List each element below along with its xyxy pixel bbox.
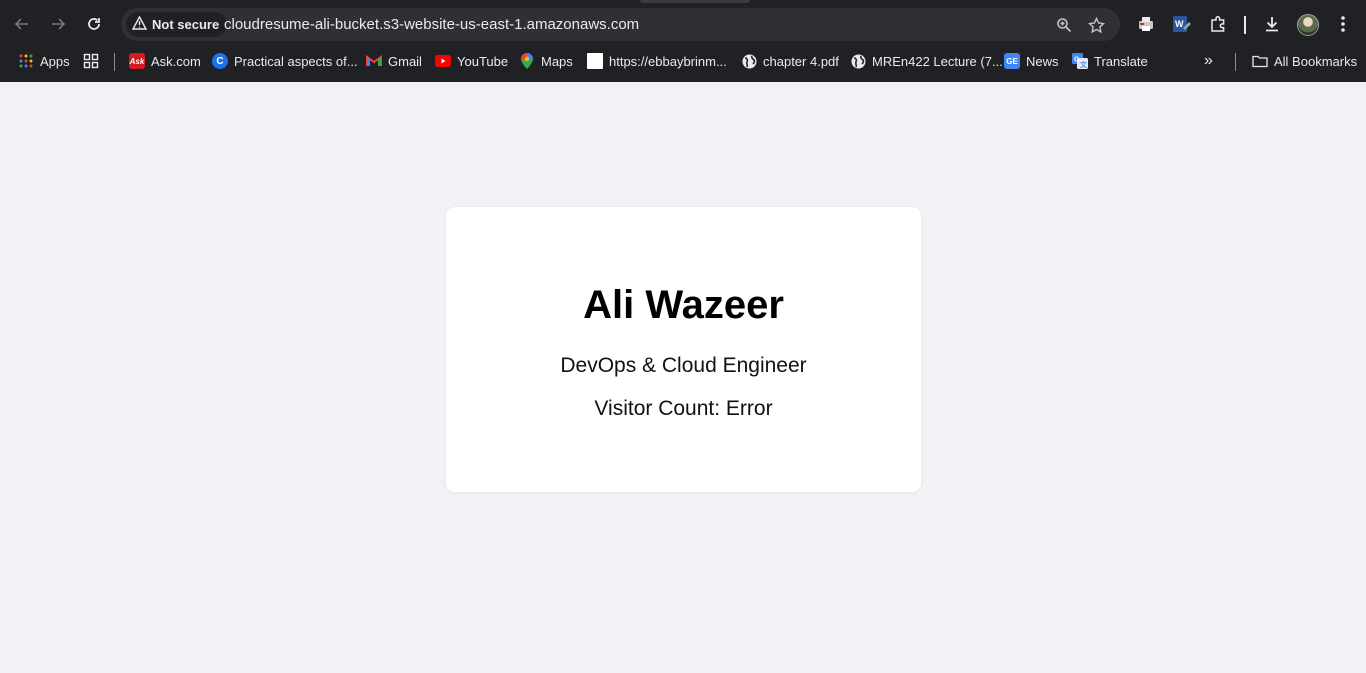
job-title: DevOps & Cloud Engineer (560, 354, 807, 377)
bookmark-label: Practical aspects of... (234, 53, 358, 69)
visitor-count: Visitor Count: Error (594, 397, 773, 420)
bookmark-label: Ask.com (151, 53, 201, 69)
bookmark-mren422[interactable]: MREn422 Lecture (7... (850, 51, 1003, 71)
page-title: Ali Wazeer (583, 283, 784, 327)
extension-word-icon[interactable]: W (1170, 12, 1194, 36)
bookmark-label: Apps (40, 53, 70, 69)
url-text[interactable]: cloudresume-ali-bucket.s3-website-us-eas… (224, 16, 639, 33)
warning-triangle-icon (131, 15, 148, 33)
extension-printer-icon[interactable] (1134, 12, 1158, 36)
bookmark-label: Translate (1094, 53, 1148, 69)
bookmark-separator (1235, 53, 1236, 71)
bookmark-label: https://ebbaybrinm... (609, 53, 727, 69)
bookmark-practical-aspects[interactable]: C Practical aspects of... (212, 51, 358, 71)
bookmarks-bar: Apps Ask Ask.com C Practical aspects of.… (0, 48, 1366, 74)
bookmark-label: chapter 4.pdf (763, 53, 839, 69)
svg-text:W: W (1175, 19, 1184, 29)
translate-icon: G文 (1072, 53, 1088, 69)
kebab-menu-icon[interactable] (1331, 12, 1355, 36)
forward-arrow-icon[interactable] (44, 10, 72, 38)
blank-page-icon (587, 53, 603, 69)
ask-icon: Ask (129, 53, 145, 69)
address-bar[interactable]: Not secure cloudresume-ali-bucket.s3-web… (121, 8, 1120, 41)
active-tab-indicator (640, 0, 750, 3)
bookmark-separator (114, 53, 115, 71)
double-chevron-icon: » (1204, 52, 1213, 69)
globe-icon (741, 53, 757, 69)
all-bookmarks-label: All Bookmarks (1274, 53, 1358, 69)
bookmarks-overflow-button[interactable]: » (1204, 51, 1213, 71)
gmail-icon (366, 53, 382, 69)
maps-pin-icon (519, 53, 535, 69)
svg-text:文: 文 (1080, 60, 1088, 69)
browser-chrome: Not secure cloudresume-ali-bucket.s3-web… (0, 0, 1366, 82)
toolbar-divider (1244, 16, 1246, 34)
youtube-icon (435, 53, 451, 69)
bookmark-apps[interactable]: Apps (18, 51, 70, 71)
bookmark-news[interactable]: GE News (1004, 51, 1059, 71)
bookmark-gmail[interactable]: Gmail (366, 51, 422, 71)
bookmark-chapter-4[interactable]: chapter 4.pdf (741, 51, 839, 71)
puzzle-icon[interactable] (1206, 12, 1230, 36)
star-icon[interactable] (1085, 14, 1107, 36)
bookmark-label: Gmail (388, 53, 422, 69)
reload-icon[interactable] (80, 10, 108, 38)
bookmark-youtube[interactable]: YouTube (435, 51, 508, 71)
bookmark-ask[interactable]: Ask Ask.com (129, 51, 201, 71)
c-icon: C (212, 53, 228, 69)
browser-toolbar: Not secure cloudresume-ali-bucket.s3-web… (0, 4, 1366, 44)
security-label: Not secure (152, 17, 220, 32)
profile-avatar[interactable] (1297, 14, 1319, 36)
resume-card: Ali Wazeer DevOps & Cloud Engineer Visit… (446, 207, 921, 492)
tab-grid-icon (83, 53, 99, 69)
bookmark-ebbaybrinm[interactable]: https://ebbaybrinm... (587, 51, 727, 71)
globe-icon (850, 53, 866, 69)
bookmark-maps[interactable]: Maps (519, 51, 573, 71)
bookmark-translate[interactable]: G文 Translate (1072, 51, 1148, 71)
all-bookmarks-button[interactable]: All Bookmarks (1252, 51, 1357, 71)
folder-icon (1252, 53, 1268, 69)
apps-grid-icon (18, 53, 34, 69)
bookmark-label: YouTube (457, 53, 509, 69)
zoom-icon[interactable] (1053, 14, 1075, 36)
bookmark-label: News (1026, 53, 1059, 69)
news-icon: GE (1004, 53, 1020, 69)
bookmark-tab-groups[interactable] (83, 51, 99, 71)
bookmark-label: MREn422 Lecture (7... (872, 53, 1003, 69)
bookmark-label: Maps (541, 53, 573, 69)
download-icon[interactable] (1260, 12, 1284, 36)
back-arrow-icon[interactable] (8, 10, 36, 38)
security-chip[interactable]: Not secure (126, 12, 228, 37)
